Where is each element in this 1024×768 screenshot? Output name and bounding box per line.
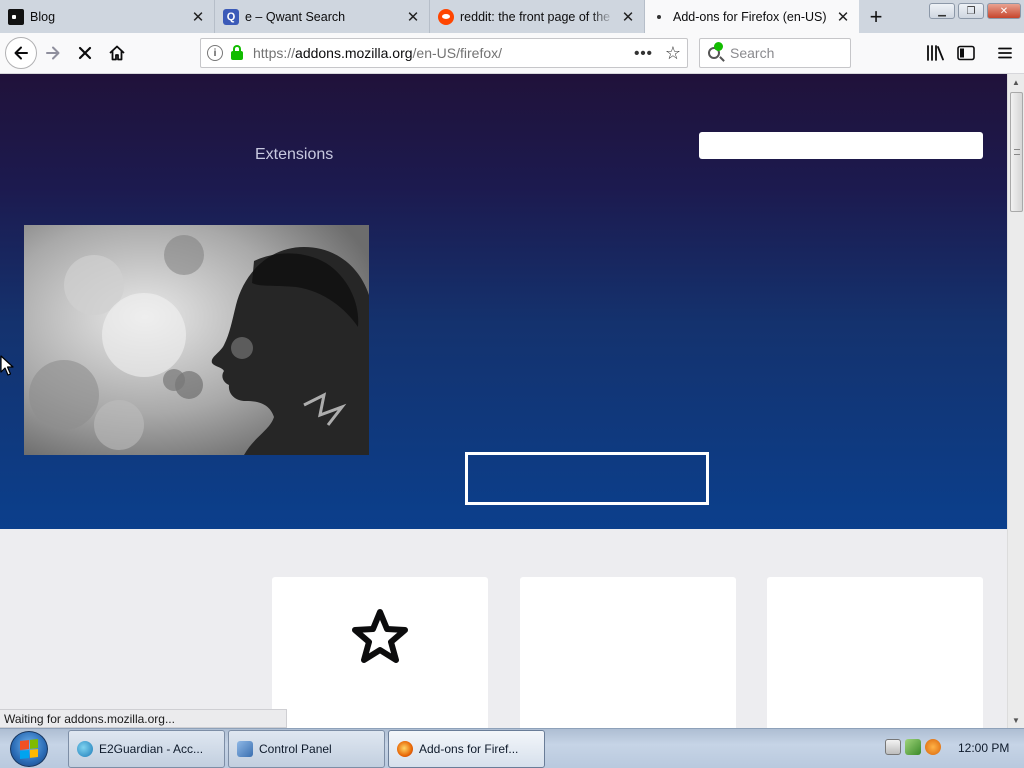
clock[interactable]: 12:00 PM	[958, 741, 1009, 755]
taskbar-item-e2guardian[interactable]: E2Guardian - Acc...	[68, 730, 225, 768]
stop-icon	[78, 46, 92, 60]
featured-cards-section	[0, 529, 1007, 728]
library-icon	[927, 45, 944, 61]
search-placeholder: Search	[730, 45, 775, 61]
keyboard-icon[interactable]	[885, 739, 901, 755]
vertical-scrollbar[interactable]: ▲ ▼	[1007, 74, 1024, 728]
url-bar[interactable]: i https://addons.mozilla.org/en-US/firef…	[200, 38, 688, 68]
back-arrow-icon	[14, 46, 28, 60]
globe-icon	[77, 741, 93, 757]
home-icon	[109, 45, 125, 61]
scroll-up-arrow-icon[interactable]: ▲	[1008, 74, 1024, 90]
search-bar[interactable]: Search	[699, 38, 851, 68]
windows-logo-icon	[20, 739, 38, 759]
windows-taskbar: E2Guardian - Acc... Control Panel Add-on…	[0, 728, 1024, 768]
tab-title: Add-ons for Firefox (en-US)	[673, 9, 827, 24]
scroll-thumb[interactable]	[1010, 92, 1023, 212]
hero-call-to-action-button[interactable]	[465, 452, 709, 505]
stop-button[interactable]	[70, 39, 100, 67]
close-icon[interactable]: ✕	[620, 9, 636, 26]
loading-dot-icon	[657, 14, 661, 19]
featured-card[interactable]	[272, 577, 488, 728]
hero-banner: Extensions	[0, 74, 1007, 529]
tab-title: Blog	[30, 9, 56, 24]
new-tab-button[interactable]: +	[859, 0, 893, 33]
taskbar-item-label: Add-ons for Firef...	[419, 742, 519, 756]
search-tray-icon[interactable]	[925, 739, 941, 755]
firefox-icon	[397, 741, 413, 757]
scroll-down-arrow-icon[interactable]: ▼	[1008, 712, 1024, 728]
back-button[interactable]	[5, 37, 37, 69]
forward-button[interactable]	[38, 39, 68, 67]
addons-search-input[interactable]	[699, 132, 983, 159]
mouse-cursor-icon	[0, 355, 14, 376]
hero-promo-image[interactable]	[24, 225, 369, 455]
start-button[interactable]	[10, 731, 48, 767]
close-icon[interactable]: ✕	[190, 9, 206, 26]
taskbar-item-label: Control Panel	[259, 742, 332, 756]
extensions-link[interactable]: Extensions	[255, 146, 333, 164]
tab-reddit[interactable]: reddit: the front page of the internet ✕	[430, 0, 645, 33]
window-close-button[interactable]: ✕	[987, 3, 1021, 19]
taskbar-item-firefox[interactable]: Add-ons for Firef...	[388, 730, 545, 768]
blog-favicon-icon	[8, 8, 24, 25]
url-host: addons.mozilla.org	[295, 45, 413, 61]
close-icon[interactable]: ✕	[405, 9, 421, 26]
sidebar-icon	[957, 45, 975, 61]
taskbar-item-control-panel[interactable]: Control Panel	[228, 730, 385, 768]
navigation-toolbar: i https://addons.mozilla.org/en-US/firef…	[0, 33, 1024, 74]
status-text: Waiting for addons.mozilla.org...	[0, 709, 287, 728]
taskbar-item-label: E2Guardian - Acc...	[99, 742, 204, 756]
url-text[interactable]: https://addons.mozilla.org/en-US/firefox…	[253, 45, 634, 61]
search-icon	[708, 42, 723, 59]
bookmark-star-icon[interactable]: ☆	[665, 43, 681, 64]
tab-addons[interactable]: Add-ons for Firefox (en-US) ✕	[645, 0, 859, 33]
hamburger-menu-icon	[998, 47, 1012, 59]
maximize-button[interactable]: ❐	[958, 3, 984, 19]
tab-title: e – Qwant Search	[245, 9, 346, 24]
forward-arrow-icon	[46, 46, 60, 60]
sidebar-button[interactable]	[955, 43, 977, 63]
url-path: /en-US/firefox/	[412, 45, 503, 61]
featured-card[interactable]	[520, 577, 736, 728]
control-panel-icon	[237, 741, 253, 757]
menu-button[interactable]	[994, 43, 1016, 63]
close-icon[interactable]: ✕	[835, 9, 851, 26]
url-prefix: https://	[253, 45, 296, 61]
minimize-button[interactable]: ▁	[929, 3, 955, 19]
page-actions-menu-icon[interactable]: •••	[634, 45, 653, 62]
portrait-silhouette-image	[24, 225, 369, 455]
tab-title: reddit: the front page of the internet	[460, 9, 614, 24]
featured-card[interactable]	[767, 577, 983, 728]
qwant-favicon-icon: Q	[223, 8, 239, 25]
system-tray	[885, 739, 941, 755]
tab-qwant[interactable]: Q e – Qwant Search ✕	[215, 0, 430, 33]
page-viewport: Extensions	[0, 74, 1007, 728]
library-button[interactable]	[924, 43, 946, 63]
star-icon	[352, 609, 408, 663]
reddit-favicon-icon	[438, 8, 454, 25]
home-button[interactable]	[102, 39, 132, 67]
network-icon[interactable]	[905, 739, 921, 755]
info-icon[interactable]: i	[207, 45, 223, 61]
tab-blog[interactable]: Blog ✕	[0, 0, 215, 33]
tab-strip: Blog ✕ Q e – Qwant Search ✕ reddit: the …	[0, 0, 1024, 33]
lock-icon[interactable]	[231, 44, 243, 60]
